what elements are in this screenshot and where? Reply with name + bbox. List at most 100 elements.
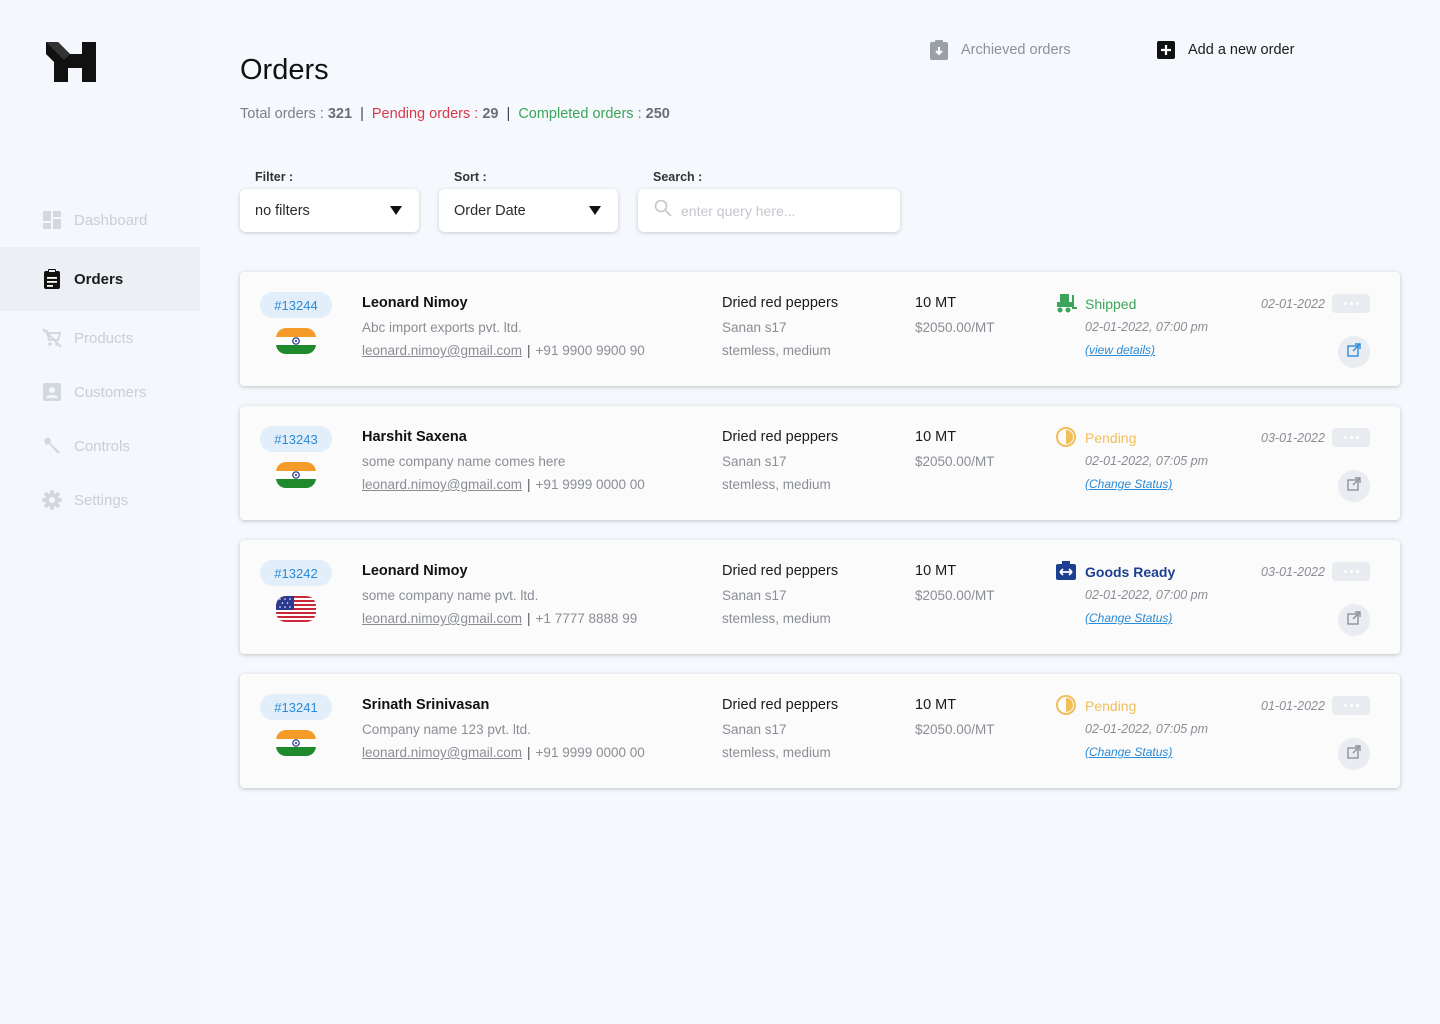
add-new-order-label: Add a new order — [1188, 42, 1295, 58]
sidebar-item-label: Orders — [74, 270, 124, 288]
order-card[interactable]: #13243 Harshit Saxena some company name … — [240, 406, 1400, 520]
customer-contact: leonard.nimoy@gmail.com | +91 9999 0000 00 — [362, 745, 645, 760]
order-id-badge[interactable]: #13242 — [260, 560, 332, 586]
order-card[interactable]: #13244 Leonard Nimoy Abc import exports … — [240, 272, 1400, 386]
status-link[interactable]: (view details) — [1085, 343, 1155, 357]
completed-orders-stat: Completed orders : 250 — [518, 106, 670, 122]
sidebar-item-products[interactable]: Products — [0, 311, 200, 365]
order-id-badge[interactable]: #13244 — [260, 292, 332, 318]
product-variety: Sanan s17 — [722, 454, 787, 469]
order-card[interactable]: #13241 Srinath Srinivasan Company name 1… — [240, 674, 1400, 788]
country-flag — [276, 462, 316, 488]
search-box[interactable] — [638, 189, 900, 232]
status-label: Pending — [1085, 698, 1137, 714]
order-id-badge[interactable]: #13243 — [260, 426, 332, 452]
customer-email[interactable]: leonard.nimoy@gmail.com — [362, 745, 522, 760]
page-title: Orders — [240, 54, 329, 86]
country-flag — [276, 328, 316, 354]
external-link-icon — [1347, 744, 1361, 764]
sidebar-item-dashboard[interactable]: Dashboard — [0, 193, 200, 247]
archived-orders-label: Archieved orders — [961, 42, 1071, 58]
main-content: Orders Archieved orders Add a new order … — [200, 0, 1440, 1024]
open-order-button[interactable] — [1338, 738, 1370, 770]
status-date: 02-01-2022, 07:05 pm — [1085, 722, 1209, 736]
dashboard-icon — [42, 210, 62, 230]
more-options-button[interactable] — [1332, 294, 1370, 313]
sidebar-item-controls[interactable]: Controls — [0, 419, 200, 473]
customer-phone: +91 9900 9900 90 — [535, 343, 645, 358]
order-date: 03-01-2022 — [1261, 431, 1325, 445]
sidebar-item-orders[interactable]: Orders — [0, 247, 200, 311]
customer-name: Srinath Srinivasan — [362, 697, 490, 713]
more-options-button[interactable] — [1332, 696, 1370, 715]
gear-icon — [42, 490, 62, 510]
sidebar: Dashboard Orders Products Customers Cont… — [0, 0, 200, 1024]
order-price: $2050.00/MT — [915, 588, 995, 603]
customer-name: Leonard Nimoy — [362, 563, 468, 579]
order-stats: Total orders : 321 | Pending orders : 29… — [240, 106, 670, 122]
cart-off-icon — [42, 328, 62, 348]
add-new-order-button[interactable]: Add a new order — [1157, 40, 1294, 60]
sort-value: Order Date — [454, 202, 526, 219]
status-link[interactable]: (Change Status) — [1085, 477, 1172, 491]
country-flag — [276, 596, 316, 622]
pending-orders-stat: Pending orders : 29 — [371, 106, 499, 122]
order-quantity: 10 MT — [915, 295, 957, 311]
customer-contact: leonard.nimoy@gmail.com | +91 9999 0000 00 — [362, 477, 645, 492]
customer-email[interactable]: leonard.nimoy@gmail.com — [362, 343, 522, 358]
sort-select[interactable]: Order Date — [439, 189, 618, 232]
logo[interactable] — [42, 38, 100, 86]
product-name: Dried red peppers — [722, 563, 839, 579]
customer-company: some company name comes here — [362, 454, 566, 469]
more-options-button[interactable] — [1332, 428, 1370, 447]
order-id-badge[interactable]: #13241 — [260, 694, 332, 720]
person-icon — [42, 382, 62, 402]
customer-contact: leonard.nimoy@gmail.com | +91 9900 9900 90 — [362, 343, 645, 358]
search-label: Search : — [653, 170, 703, 184]
country-flag — [276, 730, 316, 756]
order-quantity: 10 MT — [915, 429, 957, 445]
customer-contact: leonard.nimoy@gmail.com | +1 7777 8888 99 — [362, 611, 638, 626]
open-order-button[interactable] — [1338, 470, 1370, 502]
customer-name: Harshit Saxena — [362, 429, 467, 445]
external-link-icon — [1347, 342, 1361, 362]
search-input[interactable] — [681, 202, 881, 219]
sort-label: Sort : — [454, 170, 487, 184]
status-link[interactable]: (Change Status) — [1085, 611, 1172, 625]
product-variety: Sanan s17 — [722, 588, 787, 603]
product-name: Dried red peppers — [722, 429, 839, 445]
archived-orders-button[interactable]: Archieved orders — [930, 40, 1071, 60]
order-date: 01-01-2022 — [1261, 699, 1325, 713]
customer-company: Company name 123 pvt. ltd. — [362, 722, 531, 737]
caret-down-icon — [390, 206, 402, 215]
product-description: stemless, medium — [722, 611, 831, 626]
order-card[interactable]: #13242 Leonard Nimoy some company name p… — [240, 540, 1400, 654]
customer-email[interactable]: leonard.nimoy@gmail.com — [362, 611, 522, 626]
order-date: 02-01-2022 — [1261, 297, 1325, 311]
product-description: stemless, medium — [722, 477, 831, 492]
customer-company: Abc import exports pvt. ltd. — [362, 320, 522, 335]
status-link[interactable]: (Change Status) — [1085, 745, 1172, 759]
sidebar-item-settings[interactable]: Settings — [0, 473, 200, 527]
open-order-button[interactable] — [1338, 604, 1370, 636]
product-description: stemless, medium — [722, 745, 831, 760]
status-date: 02-01-2022, 07:05 pm — [1085, 454, 1209, 468]
clock-icon — [1055, 426, 1077, 448]
sidebar-item-label: Products — [74, 329, 134, 347]
package-icon — [1055, 560, 1077, 582]
sidebar-item-label: Controls — [74, 437, 130, 455]
status-label: Pending — [1085, 430, 1137, 446]
customer-phone: +91 9999 0000 00 — [535, 745, 645, 760]
filter-label: Filter : — [255, 170, 294, 184]
filter-select[interactable]: no filters — [240, 189, 419, 232]
sidebar-item-customers[interactable]: Customers — [0, 365, 200, 419]
customer-email[interactable]: leonard.nimoy@gmail.com — [362, 477, 522, 492]
open-order-button[interactable] — [1338, 336, 1370, 368]
sidebar-item-label: Settings — [74, 491, 129, 509]
status-label: Goods Ready — [1085, 564, 1176, 580]
sidebar-item-label: Dashboard — [74, 211, 148, 229]
more-options-button[interactable] — [1332, 562, 1370, 581]
total-orders-stat: Total orders : 321 — [240, 106, 353, 122]
order-quantity: 10 MT — [915, 563, 957, 579]
order-price: $2050.00/MT — [915, 320, 995, 335]
